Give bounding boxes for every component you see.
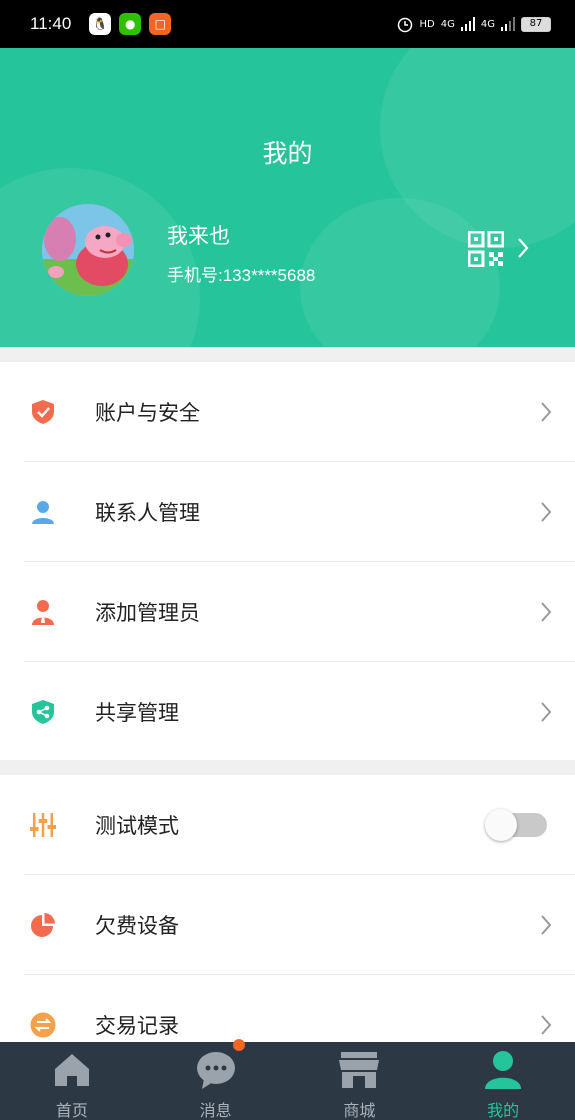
tab-home[interactable]: 首页 <box>0 1042 144 1120</box>
admin-icon <box>32 600 54 625</box>
home-icon <box>54 1054 89 1086</box>
profile-screen: 11:40 🐧 ● □ HD 4G 4G 87 我的 我来也 手机号:133**… <box>0 0 575 1120</box>
toggle-knob <box>485 809 517 841</box>
bottom-tab-bar: 首页 消息 商城 我的 <box>0 1042 575 1120</box>
menu-item-overdue-devices[interactable]: 欠费设备 <box>0 875 575 975</box>
menu-item-share-management[interactable]: 共享管理 <box>0 662 575 762</box>
user-icon <box>485 1051 522 1089</box>
menu-label: 账户与安全 <box>95 401 200 425</box>
sliders-icon <box>30 813 56 837</box>
chevron-right-icon <box>541 1015 552 1035</box>
tab-label: 商城 <box>343 1101 376 1120</box>
menu-item-test-mode: 测试模式 <box>0 775 575 875</box>
chevron-right-icon <box>541 602 552 622</box>
battery-icon: 87 <box>521 16 551 32</box>
menu-label: 欠费设备 <box>95 914 179 938</box>
chevron-right-icon <box>541 702 552 722</box>
tab-messages[interactable]: 消息 <box>144 1042 288 1120</box>
network-1: 4G <box>440 18 455 30</box>
menu-item-add-admin[interactable]: 添加管理员 <box>0 562 575 662</box>
hd-label: HD <box>419 18 435 30</box>
menu-group-account: 账户与安全 联系人管理 添加管理员 共享管理 <box>0 362 575 760</box>
menu-label: 交易记录 <box>95 1014 179 1038</box>
signal-icon <box>460 17 475 31</box>
menu-group-device: 测试模式 欠费设备 交易记录 <box>0 775 575 1042</box>
store-icon <box>339 1052 380 1088</box>
menu-item-account-security[interactable]: 账户与安全 <box>0 362 575 462</box>
person-icon <box>32 501 54 524</box>
alarm-icon <box>397 17 412 33</box>
tab-store[interactable]: 商城 <box>288 1042 432 1120</box>
chevron-right-icon <box>541 915 552 935</box>
network-2: 4G <box>480 18 495 30</box>
pie-chart-icon <box>31 913 55 937</box>
chevron-right-icon <box>541 502 552 522</box>
tab-label: 首页 <box>55 1101 88 1120</box>
tab-label: 消息 <box>199 1101 232 1120</box>
qr-code-icon[interactable] <box>468 231 504 267</box>
peppa-pig-image <box>42 204 134 296</box>
menu-label: 联系人管理 <box>95 501 200 525</box>
status-bar: 11:40 🐧 ● □ HD 4G 4G 87 <box>0 0 575 48</box>
chevron-right-icon[interactable] <box>516 236 530 260</box>
status-time: 11:40 <box>30 14 72 33</box>
app-notification-icon: □ <box>149 13 172 35</box>
menu-item-transaction-records[interactable]: 交易记录 <box>0 975 575 1042</box>
status-indicators: HD 4G 4G 87 <box>396 15 551 33</box>
shield-icon <box>32 400 54 424</box>
tab-profile[interactable]: 我的 <box>431 1042 575 1120</box>
signal-icon <box>501 17 515 31</box>
avatar[interactable] <box>42 204 134 296</box>
message-badge <box>233 1039 245 1051</box>
page-title: 我的 <box>262 139 313 168</box>
user-phone: 手机号:133****5688 <box>167 266 316 285</box>
tab-label: 我的 <box>487 1101 520 1120</box>
user-name: 我来也 <box>167 224 230 248</box>
message-icon <box>196 1052 235 1089</box>
chevron-right-icon <box>541 402 552 422</box>
menu-label: 测试模式 <box>95 814 179 838</box>
profile-header: 我的 我来也 手机号:133****5688 <box>0 48 575 347</box>
menu-item-contacts[interactable]: 联系人管理 <box>0 462 575 562</box>
wechat-icon: ● <box>119 13 142 35</box>
menu-label: 添加管理员 <box>95 601 200 625</box>
qq-icon: 🐧 <box>89 13 112 35</box>
menu-label: 共享管理 <box>95 701 179 725</box>
test-mode-toggle[interactable] <box>485 809 547 841</box>
exchange-icon <box>30 1012 56 1038</box>
share-shield-icon <box>32 700 54 724</box>
